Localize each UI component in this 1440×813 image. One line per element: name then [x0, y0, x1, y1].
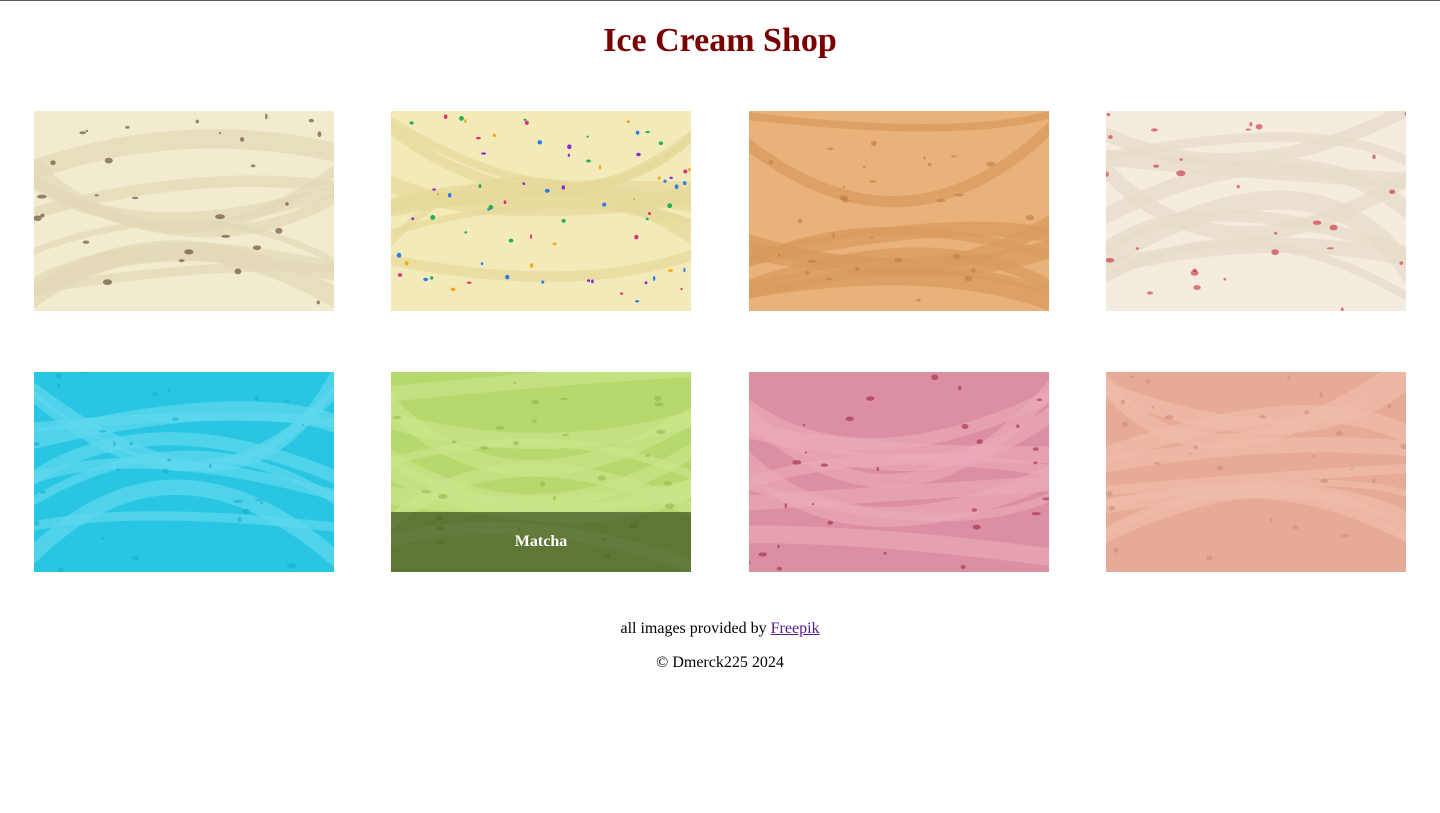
flavor-tile[interactable]	[1106, 111, 1406, 311]
flavor-tile[interactable]	[749, 372, 1049, 572]
flavor-image	[749, 372, 1049, 572]
flavor-image	[1106, 372, 1406, 572]
flavor-tile[interactable]	[34, 111, 334, 311]
flavor-caption: Matcha	[391, 512, 691, 572]
flavor-tile[interactable]	[749, 111, 1049, 311]
flavor-tile[interactable]	[34, 372, 334, 572]
page-title: Ice Cream Shop	[603, 22, 837, 59]
flavor-image	[34, 372, 334, 572]
flavor-tile[interactable]	[391, 111, 691, 311]
flavor-image	[749, 111, 1049, 311]
image-credit: all images provided by Freepik	[0, 619, 1440, 639]
flavor-tile[interactable]: Matcha	[391, 372, 691, 572]
freepik-link[interactable]: Freepik	[771, 620, 820, 637]
flavor-image	[391, 111, 691, 311]
flavor-image	[34, 111, 334, 311]
flavor-image	[1106, 111, 1406, 311]
copyright: © Dmerck225 2024	[656, 654, 784, 671]
image-credit-text: all images provided by	[620, 620, 767, 637]
flavor-tile[interactable]	[1106, 372, 1406, 572]
